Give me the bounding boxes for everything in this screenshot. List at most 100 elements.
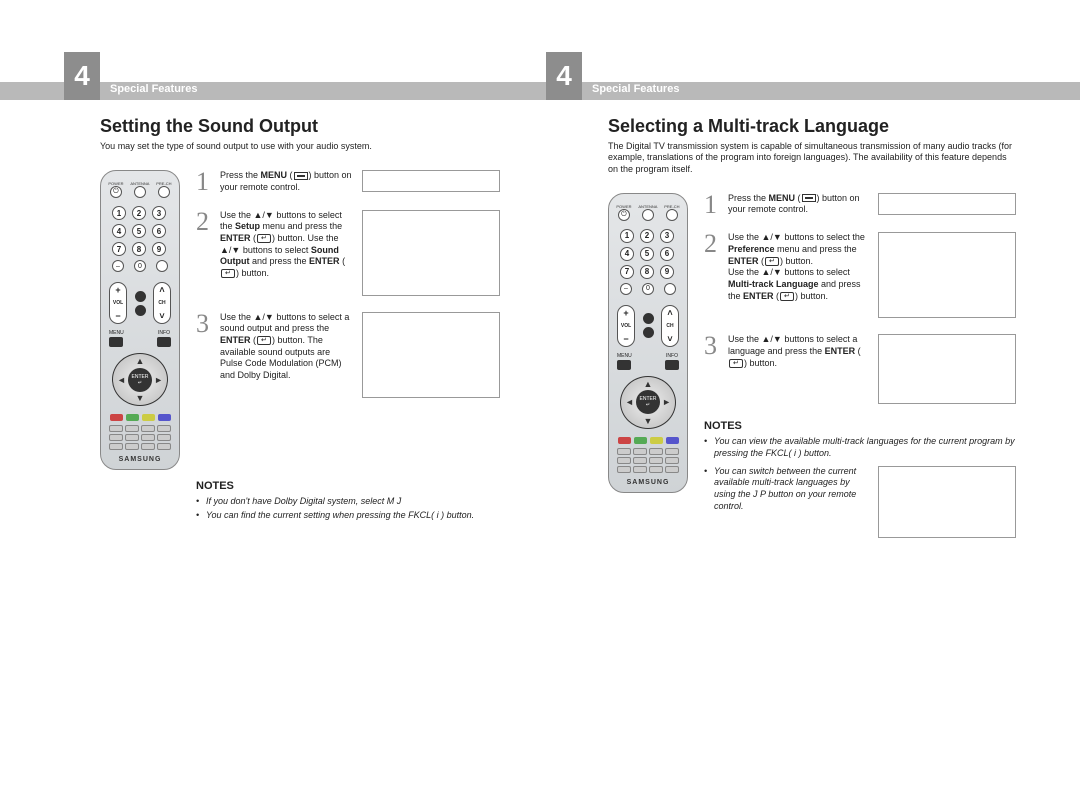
left-page: Setting the Sound Output You may set the… <box>0 116 540 538</box>
step-text: Use the ▲/▼ buttons to select the Setup … <box>220 210 356 280</box>
prech-icon <box>666 209 678 221</box>
nav-right-icon: ► <box>662 397 671 407</box>
grid-btn <box>665 448 679 455</box>
menu-label: MENU <box>617 353 632 359</box>
note-item: If you don't have Dolby Digital system, … <box>196 496 500 508</box>
remote-illustration: POWER ⏻ ANTENNA PRE-CH 1 <box>100 170 180 470</box>
enter-icon <box>257 234 271 243</box>
screenshot-placeholder <box>362 210 500 296</box>
grid-btn <box>649 466 663 473</box>
note-item: You can find the current setting when pr… <box>196 510 500 522</box>
num-5: 5 <box>132 224 146 238</box>
notes-heading: NOTES <box>704 420 1016 432</box>
grid-btn <box>109 443 123 450</box>
nav-up-icon: ▲ <box>644 379 653 389</box>
blue-button-icon <box>666 437 679 444</box>
color-buttons <box>110 414 171 421</box>
bottom-buttons <box>109 425 171 450</box>
num-extra <box>664 283 676 295</box>
step-number: 3 <box>704 334 722 357</box>
ch-rocker: ˄CH˅ <box>661 305 679 347</box>
num-dash: – <box>112 260 124 272</box>
green-button-icon <box>126 414 139 421</box>
chapter-label-right: Special Features <box>592 83 679 95</box>
nav-up-icon: ▲ <box>136 356 145 366</box>
step-number: 3 <box>196 312 214 335</box>
screenshot-placeholder <box>362 170 500 192</box>
enter-button: ENTER↵ <box>128 368 152 392</box>
grid-btn <box>125 425 139 432</box>
enter-icon <box>780 292 794 301</box>
section-title-right: Selecting a Multi-track Language <box>608 116 1016 137</box>
yellow-button-icon <box>142 414 155 421</box>
step-text: Use the ▲/▼ buttons to select a sound ou… <box>220 312 356 382</box>
yellow-button-icon <box>650 437 663 444</box>
grid-btn <box>665 457 679 464</box>
num-4: 4 <box>112 224 126 238</box>
enter-icon <box>729 359 743 368</box>
mute-icon <box>135 291 146 302</box>
nav-down-icon: ▼ <box>136 393 145 403</box>
enter-button: ENTER↵ <box>636 390 660 414</box>
grid-btn <box>109 434 123 441</box>
screenshot-placeholder <box>878 193 1016 215</box>
vol-rocker: +VOL− <box>617 305 635 347</box>
step-number: 2 <box>704 232 722 255</box>
step-number: 2 <box>196 210 214 233</box>
grid-btn <box>665 466 679 473</box>
num-5: 5 <box>640 247 654 261</box>
red-button-icon <box>110 414 123 421</box>
grid-btn <box>617 448 631 455</box>
intro-left: You may set the type of sound output to … <box>100 141 500 152</box>
ch-rocker: ˄CH˅ <box>153 282 171 324</box>
num-9: 9 <box>660 265 674 279</box>
mid-icon <box>643 327 654 338</box>
step-text: Press the MENU () button on your remote … <box>220 170 356 193</box>
enter-icon <box>221 269 235 278</box>
remote-numpad: 1 2 3 4 5 6 7 8 9 <box>620 229 676 279</box>
num-0: 0 <box>642 283 654 295</box>
step-text: Use the ▲/▼ buttons to select a language… <box>728 334 872 369</box>
step-number: 1 <box>196 170 214 193</box>
prech-icon <box>158 186 170 198</box>
power-icon: ⏻ <box>110 186 122 198</box>
page-header: 4 Special Features 4 Special Features <box>0 52 1080 100</box>
grid-btn <box>633 466 647 473</box>
grid-btn <box>633 457 647 464</box>
notes-right: NOTES You can view the available multi-t… <box>704 420 1016 537</box>
grid-btn <box>141 443 155 450</box>
note-item: You can switch between the current avail… <box>704 466 868 513</box>
power-icon: ⏻ <box>618 209 630 221</box>
num-7: 7 <box>112 242 126 256</box>
nav-left-icon: ◄ <box>117 375 126 385</box>
menu-icon <box>802 194 816 202</box>
num-dash: – <box>620 283 632 295</box>
nav-down-icon: ▼ <box>644 416 653 426</box>
remote-brand: SAMSUNG <box>119 456 162 463</box>
num-7: 7 <box>620 265 634 279</box>
green-button-icon <box>634 437 647 444</box>
num-8: 8 <box>640 265 654 279</box>
grid-btn <box>157 443 171 450</box>
remote-numpad: 1 2 3 4 5 6 7 8 9 <box>112 206 168 256</box>
menu-button-icon <box>109 337 123 347</box>
antenna-icon <box>642 209 654 221</box>
screenshot-placeholder <box>878 466 1016 538</box>
menu-label: MENU <box>109 330 124 336</box>
grid-btn <box>157 434 171 441</box>
num-extra <box>156 260 168 272</box>
num-1: 1 <box>620 229 634 243</box>
info-button-icon <box>665 360 679 370</box>
num-0: 0 <box>134 260 146 272</box>
blue-button-icon <box>158 414 171 421</box>
antenna-icon <box>134 186 146 198</box>
num-1: 1 <box>112 206 126 220</box>
num-8: 8 <box>132 242 146 256</box>
enter-icon <box>765 257 779 266</box>
step-text: Press the MENU () button on your remote … <box>728 193 872 216</box>
grid-btn <box>649 448 663 455</box>
remote-brand: SAMSUNG <box>627 479 670 486</box>
step-text: Use the ▲/▼ buttons to select the Prefer… <box>728 232 872 302</box>
chapter-number-left: 4 <box>64 52 100 100</box>
nav-left-icon: ◄ <box>625 397 634 407</box>
